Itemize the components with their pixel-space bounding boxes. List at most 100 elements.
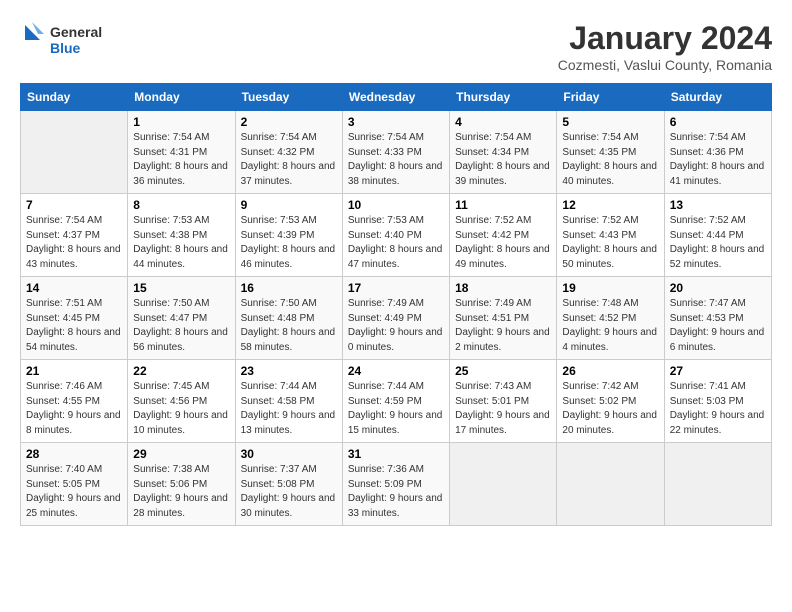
table-row: 22 Sunrise: 7:45 AM Sunset: 4:56 PM Dayl… bbox=[128, 360, 235, 443]
cell-sunrise: Sunrise: 7:41 AM bbox=[670, 381, 746, 392]
table-row: 13 Sunrise: 7:52 AM Sunset: 4:44 PM Dayl… bbox=[664, 194, 771, 277]
cell-daylight: Daylight: 9 hours and 30 minutes. bbox=[241, 493, 336, 519]
day-number: 8 bbox=[133, 198, 229, 212]
svg-text:Blue: Blue bbox=[50, 40, 81, 56]
cell-sunset: Sunset: 4:39 PM bbox=[241, 230, 315, 241]
cell-sunset: Sunset: 4:33 PM bbox=[348, 147, 422, 158]
cell-daylight: Daylight: 9 hours and 13 minutes. bbox=[241, 410, 336, 436]
day-number: 2 bbox=[241, 115, 337, 129]
table-row: 24 Sunrise: 7:44 AM Sunset: 4:59 PM Dayl… bbox=[342, 360, 449, 443]
day-number: 18 bbox=[455, 281, 551, 295]
table-row: 30 Sunrise: 7:37 AM Sunset: 5:08 PM Dayl… bbox=[235, 443, 342, 526]
table-row: 14 Sunrise: 7:51 AM Sunset: 4:45 PM Dayl… bbox=[21, 277, 128, 360]
cell-sunset: Sunset: 5:03 PM bbox=[670, 396, 744, 407]
cell-sunset: Sunset: 4:58 PM bbox=[241, 396, 315, 407]
table-row: 20 Sunrise: 7:47 AM Sunset: 4:53 PM Dayl… bbox=[664, 277, 771, 360]
day-number: 23 bbox=[241, 364, 337, 378]
table-row: 23 Sunrise: 7:44 AM Sunset: 4:58 PM Dayl… bbox=[235, 360, 342, 443]
table-row: 7 Sunrise: 7:54 AM Sunset: 4:37 PM Dayli… bbox=[21, 194, 128, 277]
cell-daylight: Daylight: 9 hours and 2 minutes. bbox=[455, 327, 550, 353]
day-number: 27 bbox=[670, 364, 766, 378]
cell-sunrise: Sunrise: 7:54 AM bbox=[348, 132, 424, 143]
cell-daylight: Daylight: 8 hours and 40 minutes. bbox=[562, 161, 657, 187]
cell-sunset: Sunset: 4:35 PM bbox=[562, 147, 636, 158]
table-row: 16 Sunrise: 7:50 AM Sunset: 4:48 PM Dayl… bbox=[235, 277, 342, 360]
cell-daylight: Daylight: 8 hours and 39 minutes. bbox=[455, 161, 550, 187]
cell-daylight: Daylight: 9 hours and 25 minutes. bbox=[26, 493, 121, 519]
cell-sunset: Sunset: 5:06 PM bbox=[133, 479, 207, 490]
table-row: 19 Sunrise: 7:48 AM Sunset: 4:52 PM Dayl… bbox=[557, 277, 664, 360]
cell-sunrise: Sunrise: 7:38 AM bbox=[133, 464, 209, 475]
cell-sunset: Sunset: 4:51 PM bbox=[455, 313, 529, 324]
day-number: 10 bbox=[348, 198, 444, 212]
cell-daylight: Daylight: 9 hours and 20 minutes. bbox=[562, 410, 657, 436]
day-number: 12 bbox=[562, 198, 658, 212]
cell-daylight: Daylight: 8 hours and 52 minutes. bbox=[670, 244, 765, 270]
cell-sunrise: Sunrise: 7:49 AM bbox=[348, 298, 424, 309]
cell-daylight: Daylight: 9 hours and 33 minutes. bbox=[348, 493, 443, 519]
table-row: 28 Sunrise: 7:40 AM Sunset: 5:05 PM Dayl… bbox=[21, 443, 128, 526]
table-row: 25 Sunrise: 7:43 AM Sunset: 5:01 PM Dayl… bbox=[450, 360, 557, 443]
cell-daylight: Daylight: 9 hours and 6 minutes. bbox=[670, 327, 765, 353]
cell-sunset: Sunset: 4:31 PM bbox=[133, 147, 207, 158]
day-number: 28 bbox=[26, 447, 122, 461]
cell-sunrise: Sunrise: 7:54 AM bbox=[241, 132, 317, 143]
table-row bbox=[21, 111, 128, 194]
cell-daylight: Daylight: 9 hours and 22 minutes. bbox=[670, 410, 765, 436]
cell-daylight: Daylight: 8 hours and 58 minutes. bbox=[241, 327, 336, 353]
cell-sunset: Sunset: 4:43 PM bbox=[562, 230, 636, 241]
cell-sunset: Sunset: 5:08 PM bbox=[241, 479, 315, 490]
cell-sunset: Sunset: 4:42 PM bbox=[455, 230, 529, 241]
cell-sunset: Sunset: 4:37 PM bbox=[26, 230, 100, 241]
day-number: 24 bbox=[348, 364, 444, 378]
table-row: 12 Sunrise: 7:52 AM Sunset: 4:43 PM Dayl… bbox=[557, 194, 664, 277]
cell-daylight: Daylight: 9 hours and 0 minutes. bbox=[348, 327, 443, 353]
cell-sunset: Sunset: 4:40 PM bbox=[348, 230, 422, 241]
cell-sunset: Sunset: 4:59 PM bbox=[348, 396, 422, 407]
cell-sunrise: Sunrise: 7:50 AM bbox=[133, 298, 209, 309]
table-row: 8 Sunrise: 7:53 AM Sunset: 4:38 PM Dayli… bbox=[128, 194, 235, 277]
header-thursday: Thursday bbox=[450, 84, 557, 111]
day-number: 4 bbox=[455, 115, 551, 129]
header-tuesday: Tuesday bbox=[235, 84, 342, 111]
day-number: 5 bbox=[562, 115, 658, 129]
table-row: 6 Sunrise: 7:54 AM Sunset: 4:36 PM Dayli… bbox=[664, 111, 771, 194]
day-number: 16 bbox=[241, 281, 337, 295]
cell-sunset: Sunset: 4:55 PM bbox=[26, 396, 100, 407]
cell-sunrise: Sunrise: 7:52 AM bbox=[562, 215, 638, 226]
day-number: 13 bbox=[670, 198, 766, 212]
cell-sunrise: Sunrise: 7:54 AM bbox=[670, 132, 746, 143]
cell-sunrise: Sunrise: 7:47 AM bbox=[670, 298, 746, 309]
cell-sunrise: Sunrise: 7:54 AM bbox=[455, 132, 531, 143]
header-saturday: Saturday bbox=[664, 84, 771, 111]
cell-sunset: Sunset: 4:53 PM bbox=[670, 313, 744, 324]
cell-daylight: Daylight: 9 hours and 28 minutes. bbox=[133, 493, 228, 519]
svg-text:General: General bbox=[50, 24, 102, 40]
calendar-week-row: 7 Sunrise: 7:54 AM Sunset: 4:37 PM Dayli… bbox=[21, 194, 772, 277]
cell-sunset: Sunset: 4:49 PM bbox=[348, 313, 422, 324]
table-row: 11 Sunrise: 7:52 AM Sunset: 4:42 PM Dayl… bbox=[450, 194, 557, 277]
cell-sunrise: Sunrise: 7:53 AM bbox=[133, 215, 209, 226]
cell-sunrise: Sunrise: 7:54 AM bbox=[26, 215, 102, 226]
day-number: 1 bbox=[133, 115, 229, 129]
calendar-week-row: 21 Sunrise: 7:46 AM Sunset: 4:55 PM Dayl… bbox=[21, 360, 772, 443]
day-number: 9 bbox=[241, 198, 337, 212]
calendar-table: Sunday Monday Tuesday Wednesday Thursday… bbox=[20, 83, 772, 526]
calendar-subtitle: Cozmesti, Vaslui County, Romania bbox=[558, 57, 772, 73]
cell-daylight: Daylight: 8 hours and 46 minutes. bbox=[241, 244, 336, 270]
day-number: 26 bbox=[562, 364, 658, 378]
cell-sunset: Sunset: 4:32 PM bbox=[241, 147, 315, 158]
day-number: 15 bbox=[133, 281, 229, 295]
cell-daylight: Daylight: 8 hours and 50 minutes. bbox=[562, 244, 657, 270]
table-row: 29 Sunrise: 7:38 AM Sunset: 5:06 PM Dayl… bbox=[128, 443, 235, 526]
day-number: 3 bbox=[348, 115, 444, 129]
day-number: 19 bbox=[562, 281, 658, 295]
cell-daylight: Daylight: 8 hours and 47 minutes. bbox=[348, 244, 443, 270]
day-number: 29 bbox=[133, 447, 229, 461]
table-row: 9 Sunrise: 7:53 AM Sunset: 4:39 PM Dayli… bbox=[235, 194, 342, 277]
table-row: 4 Sunrise: 7:54 AM Sunset: 4:34 PM Dayli… bbox=[450, 111, 557, 194]
cell-sunset: Sunset: 5:05 PM bbox=[26, 479, 100, 490]
table-row: 3 Sunrise: 7:54 AM Sunset: 4:33 PM Dayli… bbox=[342, 111, 449, 194]
cell-sunrise: Sunrise: 7:36 AM bbox=[348, 464, 424, 475]
cell-sunrise: Sunrise: 7:54 AM bbox=[562, 132, 638, 143]
